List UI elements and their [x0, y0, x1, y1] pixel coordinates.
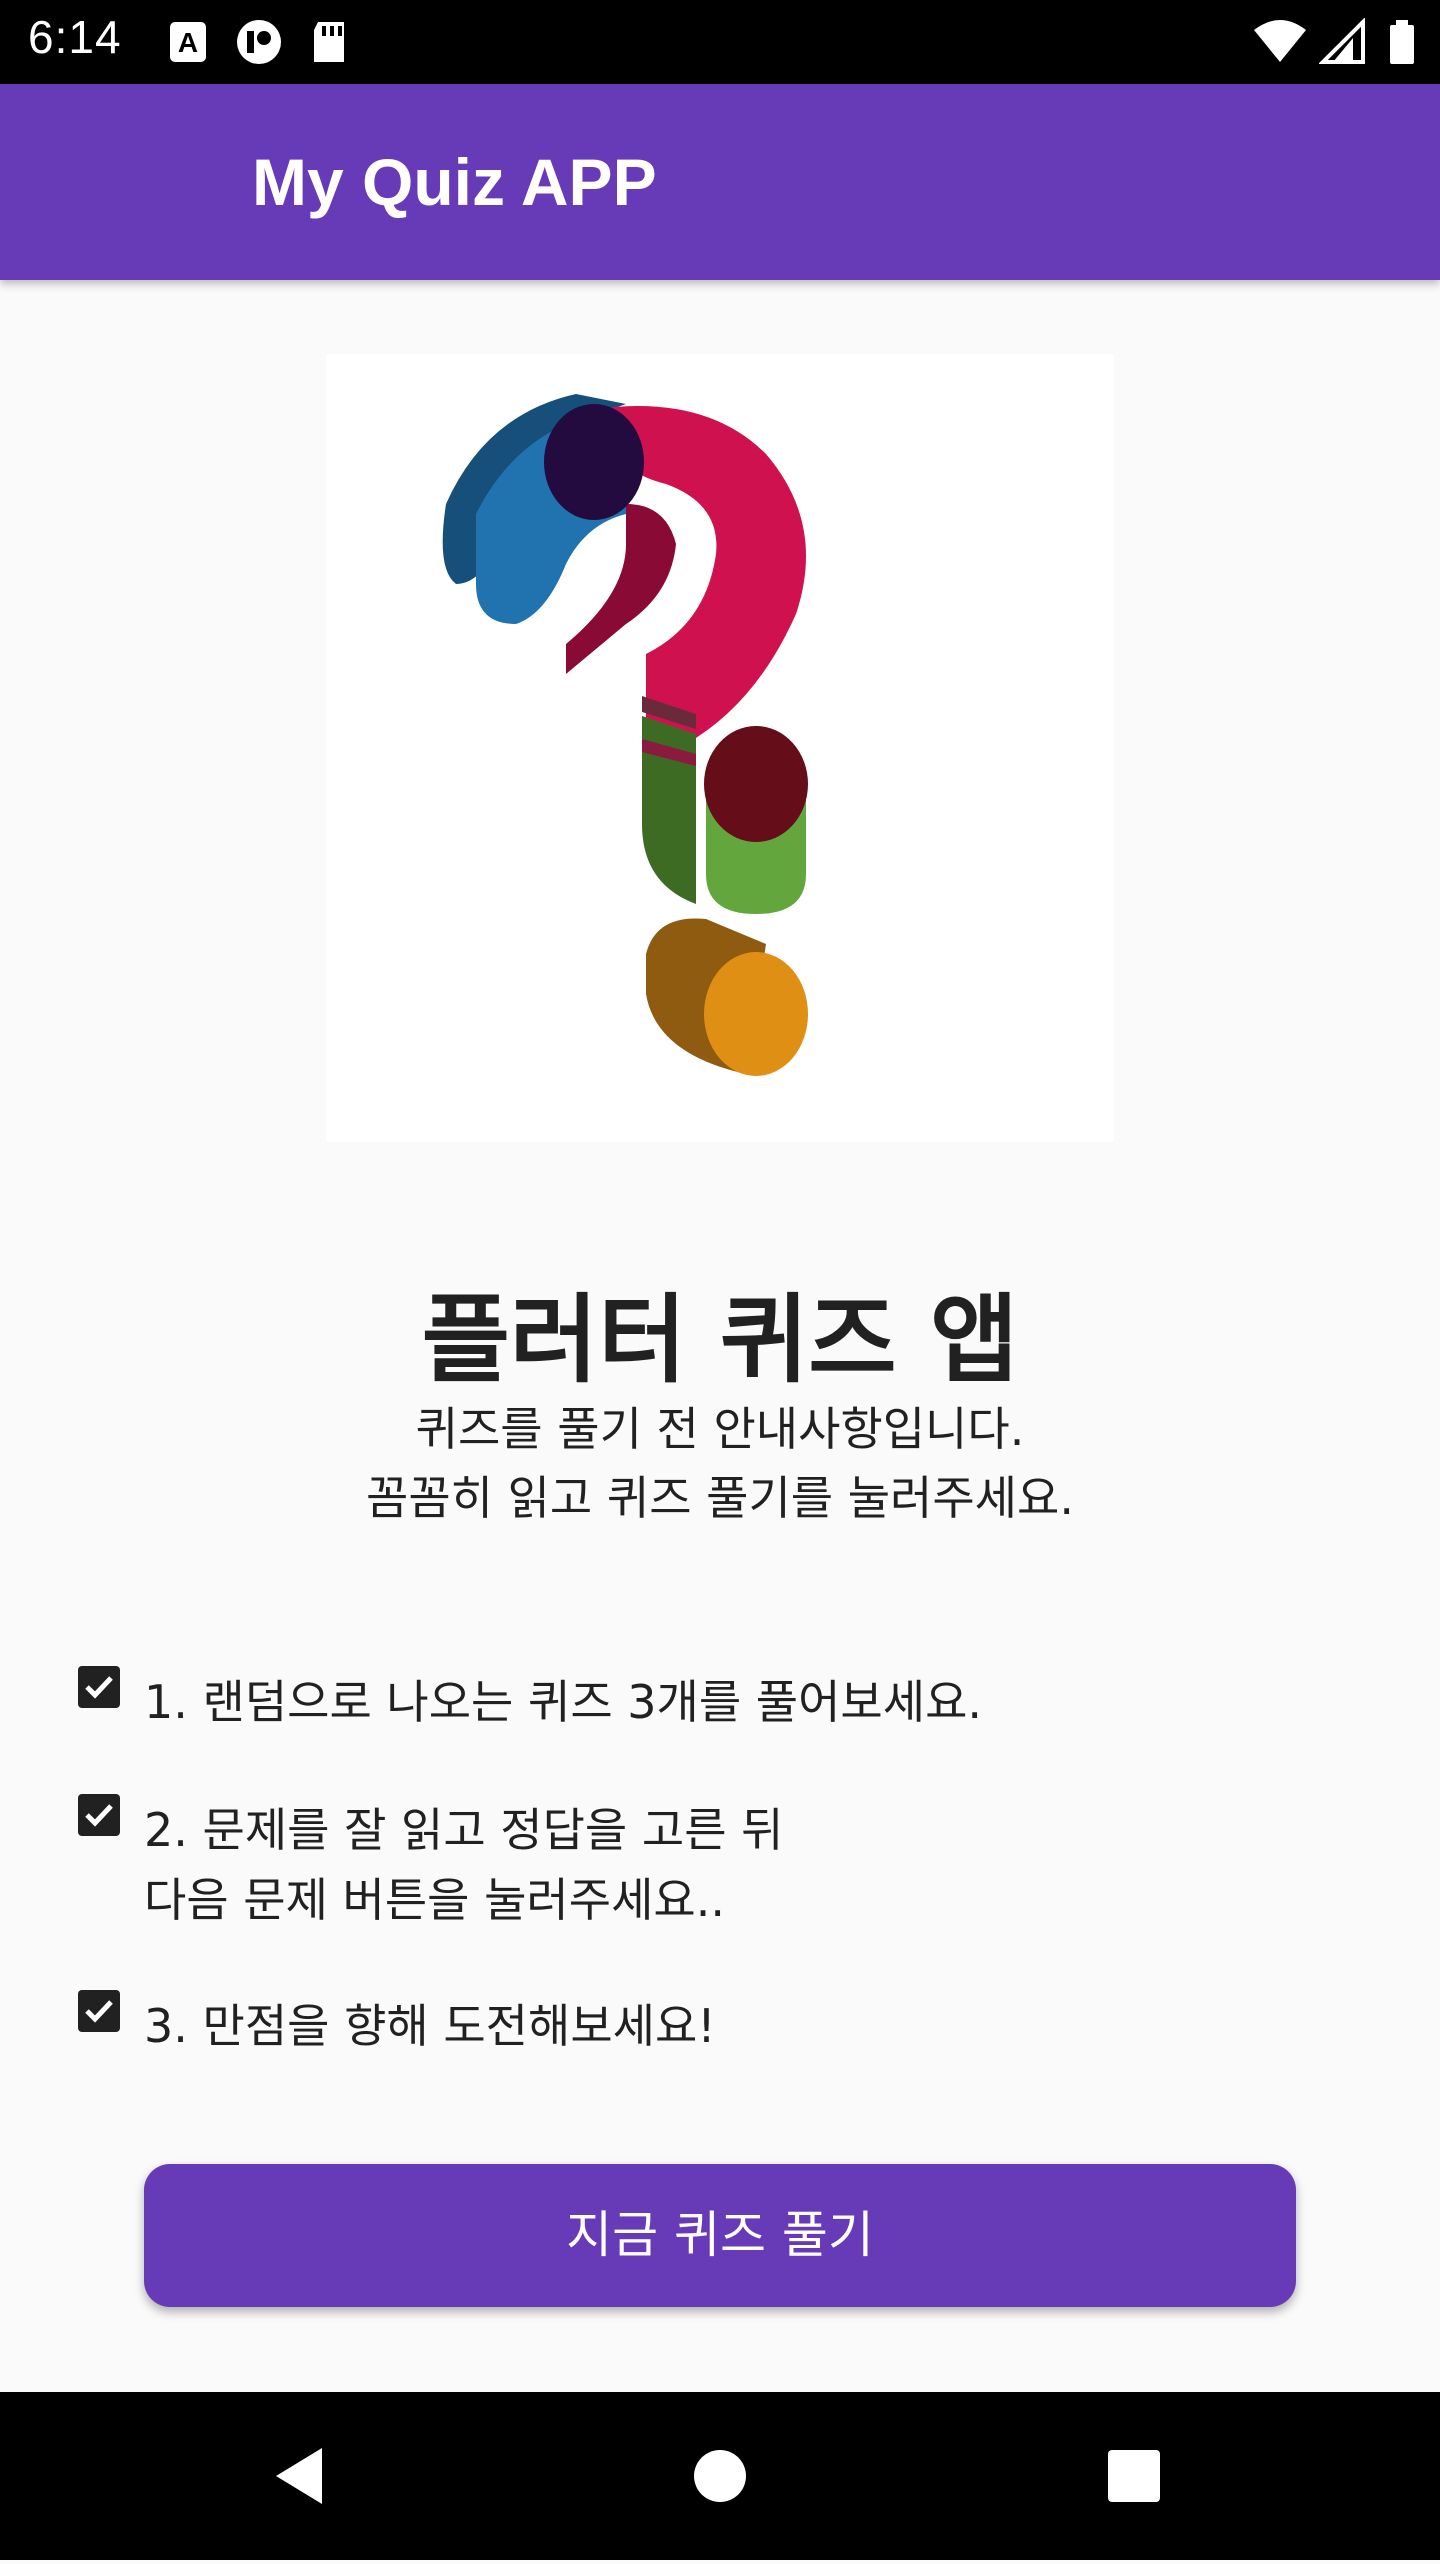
hero-image — [326, 354, 1114, 1142]
check-icon — [85, 1804, 113, 1827]
rule-3-text: 3. 만점을 향해 도전해보세요! — [144, 1999, 716, 2053]
battery-icon — [1390, 20, 1414, 64]
check-icon — [85, 2000, 113, 2023]
rule-2-text-line-1: 2. 문제를 잘 읽고 정답을 고른 뒤 — [144, 1803, 784, 1857]
circle-notification-icon — [237, 20, 282, 64]
app-bar: My Quiz APP — [0, 84, 1440, 280]
status-right-icons — [1252, 18, 1418, 66]
start-quiz-button[interactable]: 지금 퀴즈 풀기 — [144, 2164, 1296, 2307]
rule-1-checkbox[interactable] — [78, 1666, 120, 1708]
app-title: My Quiz APP — [252, 145, 657, 219]
rule-3-checkbox[interactable] — [78, 1990, 120, 2032]
status-bar: 6:14 A — [0, 0, 1440, 84]
recents-button[interactable] — [1034, 2392, 1234, 2560]
rule-2-text-line-2: 다음 문제 버튼을 눌러주세요.. — [144, 1873, 725, 1927]
recents-icon — [1108, 2450, 1160, 2502]
rule-1-text: 1. 랜덤으로 나오는 퀴즈 3개를 풀어보세요. — [144, 1675, 983, 1729]
status-time: 6:14 — [28, 11, 122, 63]
page-title: 플러터 퀴즈 앱 — [421, 1284, 1019, 1396]
back-button[interactable] — [200, 2392, 400, 2560]
subtitle-line-1: 퀴즈를 풀기 전 안내사항입니다. — [415, 1402, 1025, 1456]
sd-card-icon — [314, 22, 345, 62]
rule-2-checkbox[interactable] — [78, 1794, 120, 1836]
check-icon — [85, 1676, 113, 1699]
a-accessibility-icon: A — [170, 22, 206, 62]
svg-text:A: A — [178, 27, 198, 58]
navigation-bar — [0, 2392, 1440, 2560]
status-left-icons: A — [168, 18, 350, 66]
home-icon — [694, 2450, 746, 2502]
signal-icon — [1318, 18, 1365, 64]
question-mark-3d-icon — [442, 394, 808, 1076]
wifi-icon — [1253, 20, 1306, 62]
back-icon — [276, 2448, 322, 2504]
subtitle-line-2: 꼼꼼히 읽고 퀴즈 풀기를 눌러주세요. — [366, 1471, 1074, 1525]
home-button[interactable] — [620, 2392, 820, 2560]
